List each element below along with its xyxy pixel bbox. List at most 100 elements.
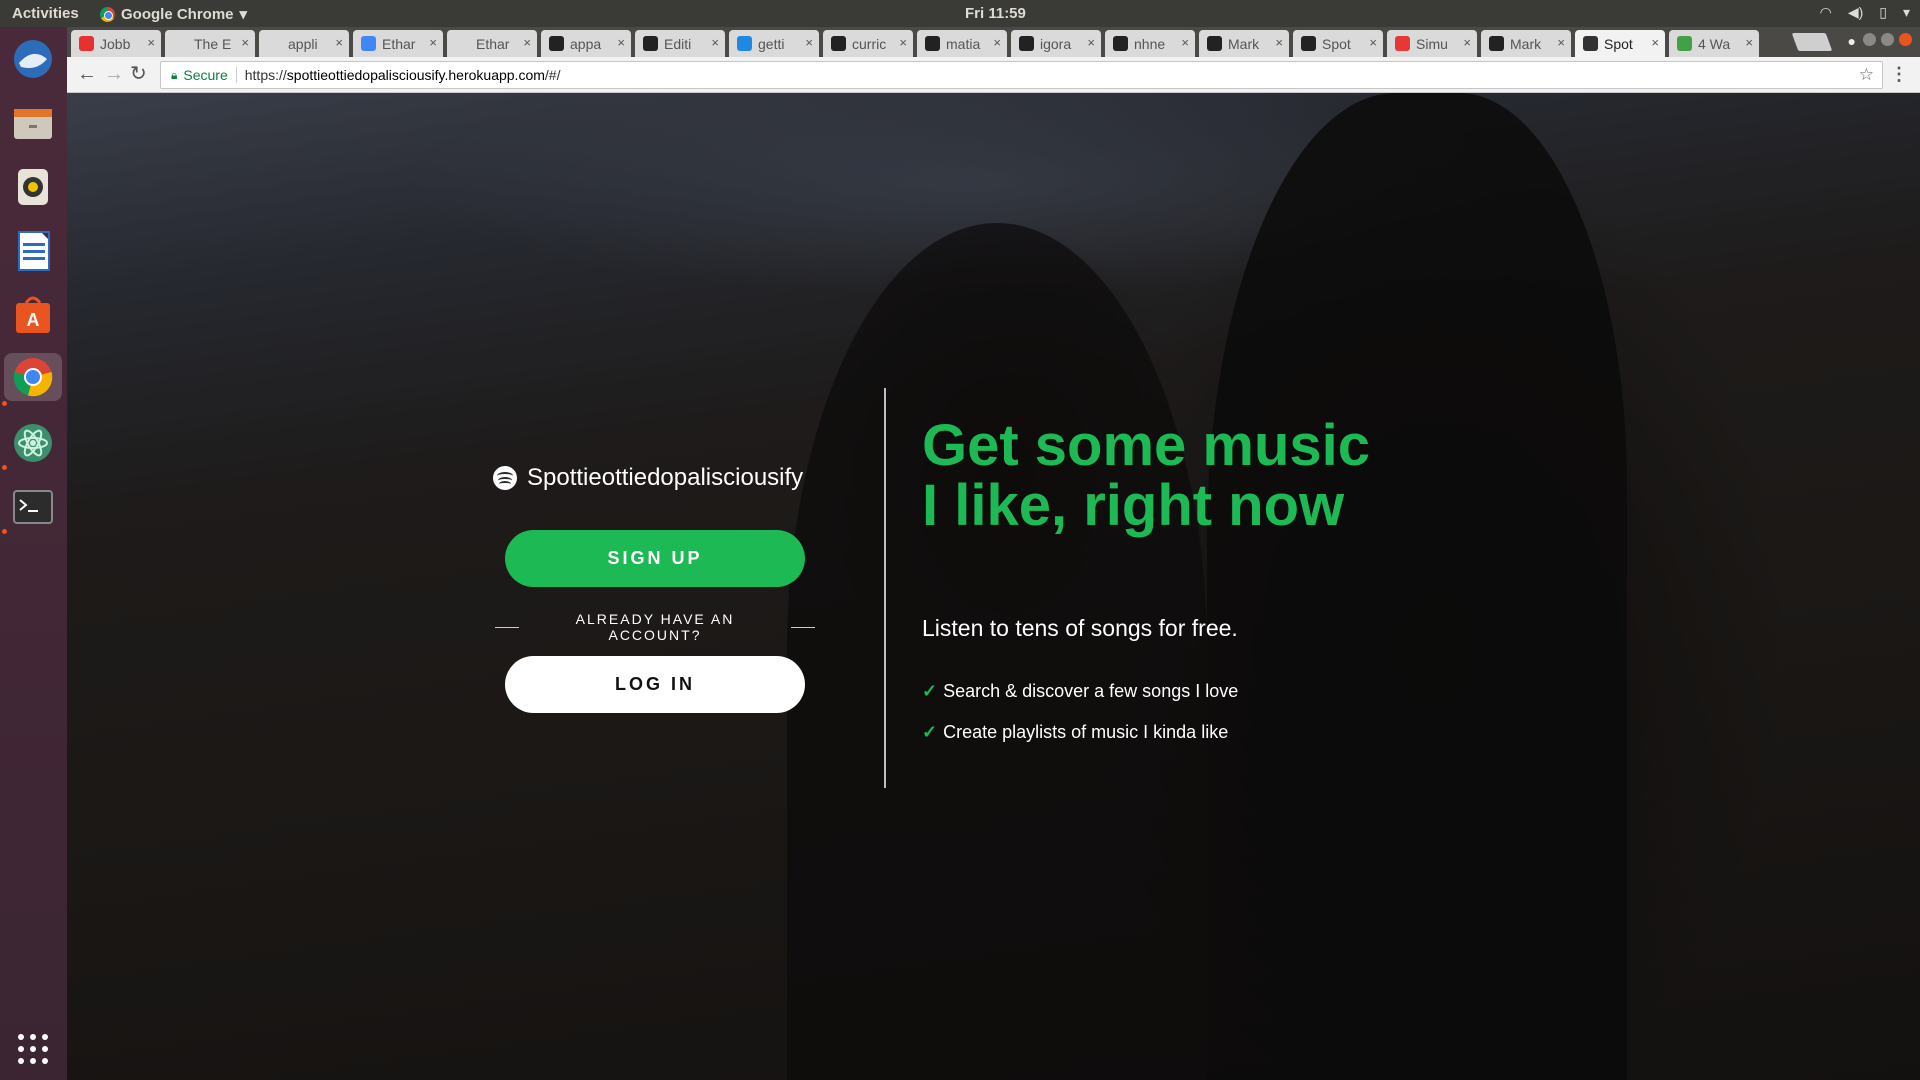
browser-tab[interactable]: Ethar × [353,30,443,57]
already-have-account: ALREADY HAVE AN ACCOUNT? [495,611,815,643]
tab-label: matia [946,35,981,52]
browser-tab[interactable]: Mark × [1199,30,1289,57]
show-apps-icon[interactable] [9,1025,57,1073]
vertical-divider [884,388,886,788]
window-controls [1863,33,1912,46]
chevron-down-icon: ▾ [239,6,248,23]
tab-close-icon[interactable]: × [1557,35,1565,50]
system-tray[interactable]: ◠ ◀) ▯ ▾ [1820,4,1910,21]
browser-tab[interactable]: The E × [165,30,255,57]
minimize-button[interactable] [1863,33,1876,46]
tab-favicon-icon [173,36,188,51]
subheadline: Listen to tens of songs for free. [922,615,1238,641]
tab-label: Ethar [382,35,416,52]
power-menu-icon[interactable]: ▾ [1903,4,1910,21]
secure-label: Secure [183,67,228,83]
browser-toolbar: ← → ↻ 🔒︎ Secure https://spottieottiedopa… [67,57,1920,93]
tab-close-icon[interactable]: × [523,35,531,50]
already-have-account-label: ALREADY HAVE AN ACCOUNT? [575,611,735,643]
clock[interactable]: Fri 11:59 [965,5,1026,22]
browser-tab[interactable]: Editi × [635,30,725,57]
browser-tab[interactable]: Jobb × [71,30,161,57]
tab-close-icon[interactable]: × [1181,35,1189,50]
tab-favicon-icon [643,36,658,51]
tab-close-icon[interactable]: × [1369,35,1377,50]
tab-favicon-icon [267,36,282,51]
app-menu[interactable]: Google Chrome ▾ [100,5,247,23]
volume-icon[interactable]: ◀) [1848,4,1863,21]
browser-tab[interactable]: Mark × [1481,30,1571,57]
browser-tab[interactable]: appa × [541,30,631,57]
tab-label: appli [288,35,318,52]
battery-icon[interactable]: ▯ [1879,4,1887,21]
profile-icon[interactable]: ● [1848,33,1856,49]
browser-tab[interactable]: Spot × [1575,30,1665,57]
url-text[interactable]: https://spottieottiedopalisciousify.hero… [245,67,561,83]
tab-label: Spot [1322,35,1351,52]
tab-favicon-icon [925,36,940,51]
files-icon[interactable] [9,99,57,147]
tab-close-icon[interactable]: × [617,35,625,50]
tab-close-icon[interactable]: × [993,35,1001,50]
thunderbird-icon[interactable] [9,35,57,83]
feature-list: ✓ Search & discover a few songs I love ✓ C… [922,671,1238,753]
bookmark-star-icon[interactable]: ☆ [1859,65,1874,85]
tab-close-icon[interactable]: × [1745,35,1753,50]
browser-tab[interactable]: Ethar × [447,30,537,57]
maximize-button[interactable] [1881,33,1894,46]
new-tab-button[interactable] [1791,33,1833,51]
tab-favicon-icon [1301,36,1316,51]
tab-favicon-icon [1019,36,1034,51]
landing-page: Spottieottiedopalisciousify SIGN UP ALRE… [67,93,1920,1080]
headline: Get some music I like, right now [922,413,1371,538]
tab-label: nhne [1134,35,1166,52]
tab-close-icon[interactable]: × [147,35,155,50]
reload-icon[interactable]: ↻ [130,64,147,84]
tab-close-icon[interactable]: × [241,35,249,50]
writer-icon[interactable] [9,227,57,275]
browser-menu-icon[interactable]: ⋮ [1890,64,1908,85]
browser-tab[interactable]: appli × [259,30,349,57]
tab-close-icon[interactable]: × [711,35,719,50]
back-arrow-icon[interactable]: ← [77,64,97,84]
browser-tab[interactable]: nhne × [1105,30,1195,57]
browser-tab[interactable]: igora × [1011,30,1101,57]
tab-favicon-icon [1395,36,1410,51]
tab-close-icon[interactable]: × [899,35,907,50]
tab-close-icon[interactable]: × [1275,35,1283,50]
software-center-icon[interactable]: A [9,291,57,339]
tab-close-icon[interactable]: × [1463,35,1471,50]
browser-tab[interactable]: getti × [729,30,819,57]
tab-favicon-icon [1207,36,1222,51]
divider-line [791,626,815,628]
tab-close-icon[interactable]: × [429,35,437,50]
wifi-icon[interactable]: ◠ [1820,4,1832,21]
sign-up-button[interactable]: SIGN UP [505,530,805,587]
check-icon: ✓ [922,681,938,701]
running-indicator [2,465,7,470]
svg-text:A: A [27,310,40,330]
browser-tab[interactable]: matia × [917,30,1007,57]
forward-arrow-icon[interactable]: → [104,64,124,84]
terminal-icon[interactable] [9,483,57,531]
system-top-bar: Activities Google Chrome ▾ Fri 11:59 ◠ ◀… [0,0,1920,27]
tab-close-icon[interactable]: × [335,35,343,50]
atom-icon[interactable] [9,419,57,467]
tab-close-icon[interactable]: × [1651,35,1659,50]
tab-close-icon[interactable]: × [805,35,813,50]
log-in-button[interactable]: LOG IN [505,656,805,713]
browser-tab[interactable]: Simu × [1387,30,1477,57]
browser-tab[interactable]: Spot × [1293,30,1383,57]
tab-label: getti [758,35,785,52]
close-window-button[interactable] [1899,33,1912,46]
browser-tab[interactable]: curric × [823,30,913,57]
rhythmbox-icon[interactable] [9,163,57,211]
browser-tab[interactable]: 4 Wa × [1669,30,1759,57]
tab-label: appa [570,35,602,52]
tab-label: curric [852,35,887,52]
activities-button[interactable]: Activities [12,5,79,22]
tab-close-icon[interactable]: × [1087,35,1095,50]
chrome-icon[interactable] [4,353,62,401]
address-bar[interactable]: 🔒︎ Secure https://spottieottiedopaliscio… [160,61,1883,89]
brand-name: Spottieottiedopalisciousify [527,464,804,491]
